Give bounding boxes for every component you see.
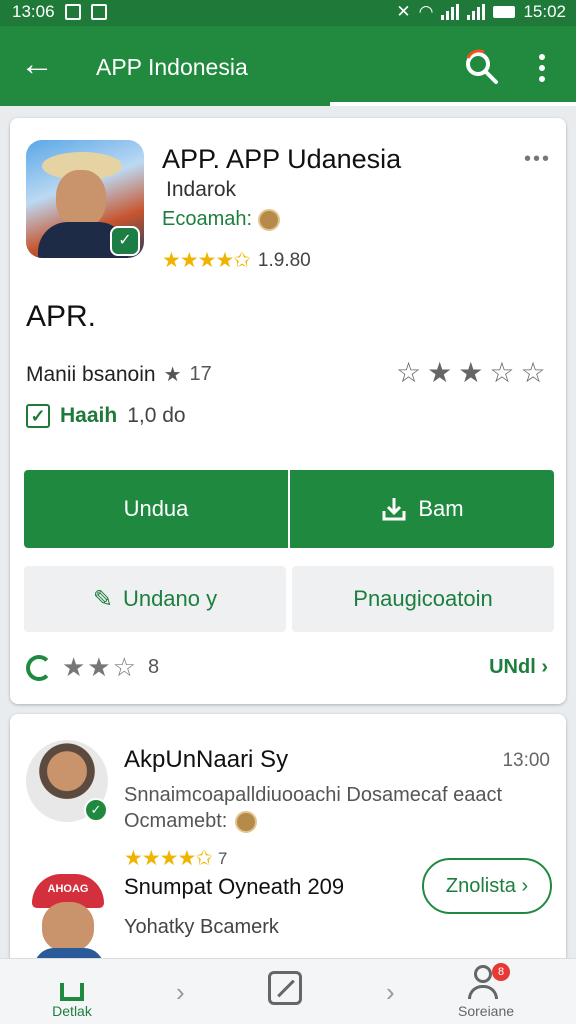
app-detail-card: ✓ APP. APP Udanesia Indarok Ecoamah: ★★★… [10,118,566,704]
rating-stars: ★★★★✩ [162,249,251,272]
review-action-button[interactable]: Znolista › [422,858,552,914]
share-button-label: Undano y [122,586,218,611]
application-button-label: Pnaugicoatoin [353,586,493,611]
rate-star-4[interactable]: ☆ [489,356,514,389]
edit-icon [268,971,302,1005]
share-button[interactable]: ✎ Undano y [24,566,286,632]
see-more-link[interactable]: UNdl › [489,656,548,679]
mute-icon: ✕ [396,2,411,21]
verified-check-icon: ✓ [84,798,108,822]
review-rating: ★★★★✩ 7 [124,846,227,871]
rating-count: 1.9.80 [257,249,311,271]
footer-count: 8 [147,656,160,678]
section-heading: APR. [26,300,97,333]
review-summary-label: Manii bsanoin [26,362,156,386]
category-label: Ecoamah: [162,208,253,230]
nav-edit[interactable] [268,965,302,1005]
refresh-icon[interactable] [26,654,52,681]
rate-star-2[interactable]: ★ [427,356,452,389]
signal-icon [441,4,460,20]
camera-icon [90,4,107,20]
reviewer-name: AkpUnNaari Sy [124,746,289,773]
page-title: APP Indonesia [96,54,248,80]
rate-stars[interactable]: ☆ ★ ★ ☆ ☆ [396,356,546,389]
review-summary: Manii bsanoin ★ 17 [26,362,212,387]
review-stars: ★★★★✩ [124,847,213,870]
reviewer-avatar[interactable]: ✓ [26,740,108,822]
download-button[interactable]: Bam [290,470,554,548]
check-value: 1,0 do [127,404,186,427]
check-label: Haaih [60,404,118,427]
nav-account-label: Soreiane [458,1003,515,1019]
footer-stars: ★★☆ [62,652,138,682]
overflow-menu-icon[interactable] [530,48,554,88]
home-icon [52,965,92,1001]
download-icon [382,498,406,521]
developer-name[interactable]: Indarok [166,178,236,202]
rate-star-3[interactable]: ★ [458,356,483,389]
review-sub: Ocmamebt: [124,810,258,833]
nav-account[interactable]: 8 Soreiane [458,963,515,1019]
notification-icon [64,4,81,20]
app-name: APP. APP Udanesia [162,144,402,174]
status-time-right: 15:02 [523,2,566,21]
review-text: Snnaimcoapalldiuooachi Dosamecaf eaact [124,784,503,806]
review-star-count: 7 [217,848,228,868]
verified-badge-icon: ✓ [110,226,140,256]
review-card: ✓ AkpUnNaari Sy 13:00 Snnaimcoapalldiuoo… [10,714,566,964]
rate-star-5[interactable]: ☆ [520,356,545,389]
nav-home[interactable]: Detlak [52,965,92,1019]
chevron-right-icon: › [176,977,185,1007]
application-button[interactable]: Pnaugicoatoin [292,566,554,632]
install-button-label: Undua [123,496,189,521]
review-count: 17 [189,363,212,385]
coin-icon [258,208,281,231]
rate-star-1[interactable]: ☆ [396,356,421,389]
review-time: 13:00 [502,750,550,771]
second-avatar[interactable]: AHOAG [30,874,108,964]
review-sub-label: Ocmamebt: [124,810,228,832]
user-icon: 8 [466,963,511,1001]
app-icon[interactable]: ✓ [26,140,144,258]
category: Ecoamah: [162,208,281,231]
review-developer: Yohatky Bcamerk [124,916,279,938]
tag-icon: ✎ [92,585,113,613]
coin-icon [235,810,258,833]
download-button-label: Bam [418,496,464,521]
notification-badge: 8 [492,963,511,981]
battery-icon [493,6,516,18]
wifi-icon: ◠ [418,2,434,21]
rating-row: ★★★★✩ 1.9.80 [162,248,311,273]
app-bar: ← APP Indonesia [0,26,576,106]
review-title: Snumpat Oyneath 209 [124,874,345,899]
search-icon[interactable] [462,48,502,88]
card-footer: ★★☆ 8 [26,652,159,683]
install-button[interactable]: Undua [24,470,288,548]
back-arrow-icon[interactable]: ← [20,46,60,86]
star-icon: ★ [163,364,182,386]
checkbox[interactable]: ✓ [26,404,50,428]
signal-2-icon [467,4,486,20]
bottom-navigation: Detlak › › 8 Soreiane [0,958,576,1024]
chevron-right-icon: › [386,977,395,1007]
nav-home-label: Detlak [52,1003,92,1019]
more-options-icon[interactable]: ••• [524,148,551,171]
status-bar: 13:06 ✕ ◠ 15:02 [0,0,576,26]
check-row[interactable]: ✓ Haaih 1,0 do [26,404,186,428]
status-time-left: 13:06 [12,2,55,21]
tab-indicator [330,102,576,106]
